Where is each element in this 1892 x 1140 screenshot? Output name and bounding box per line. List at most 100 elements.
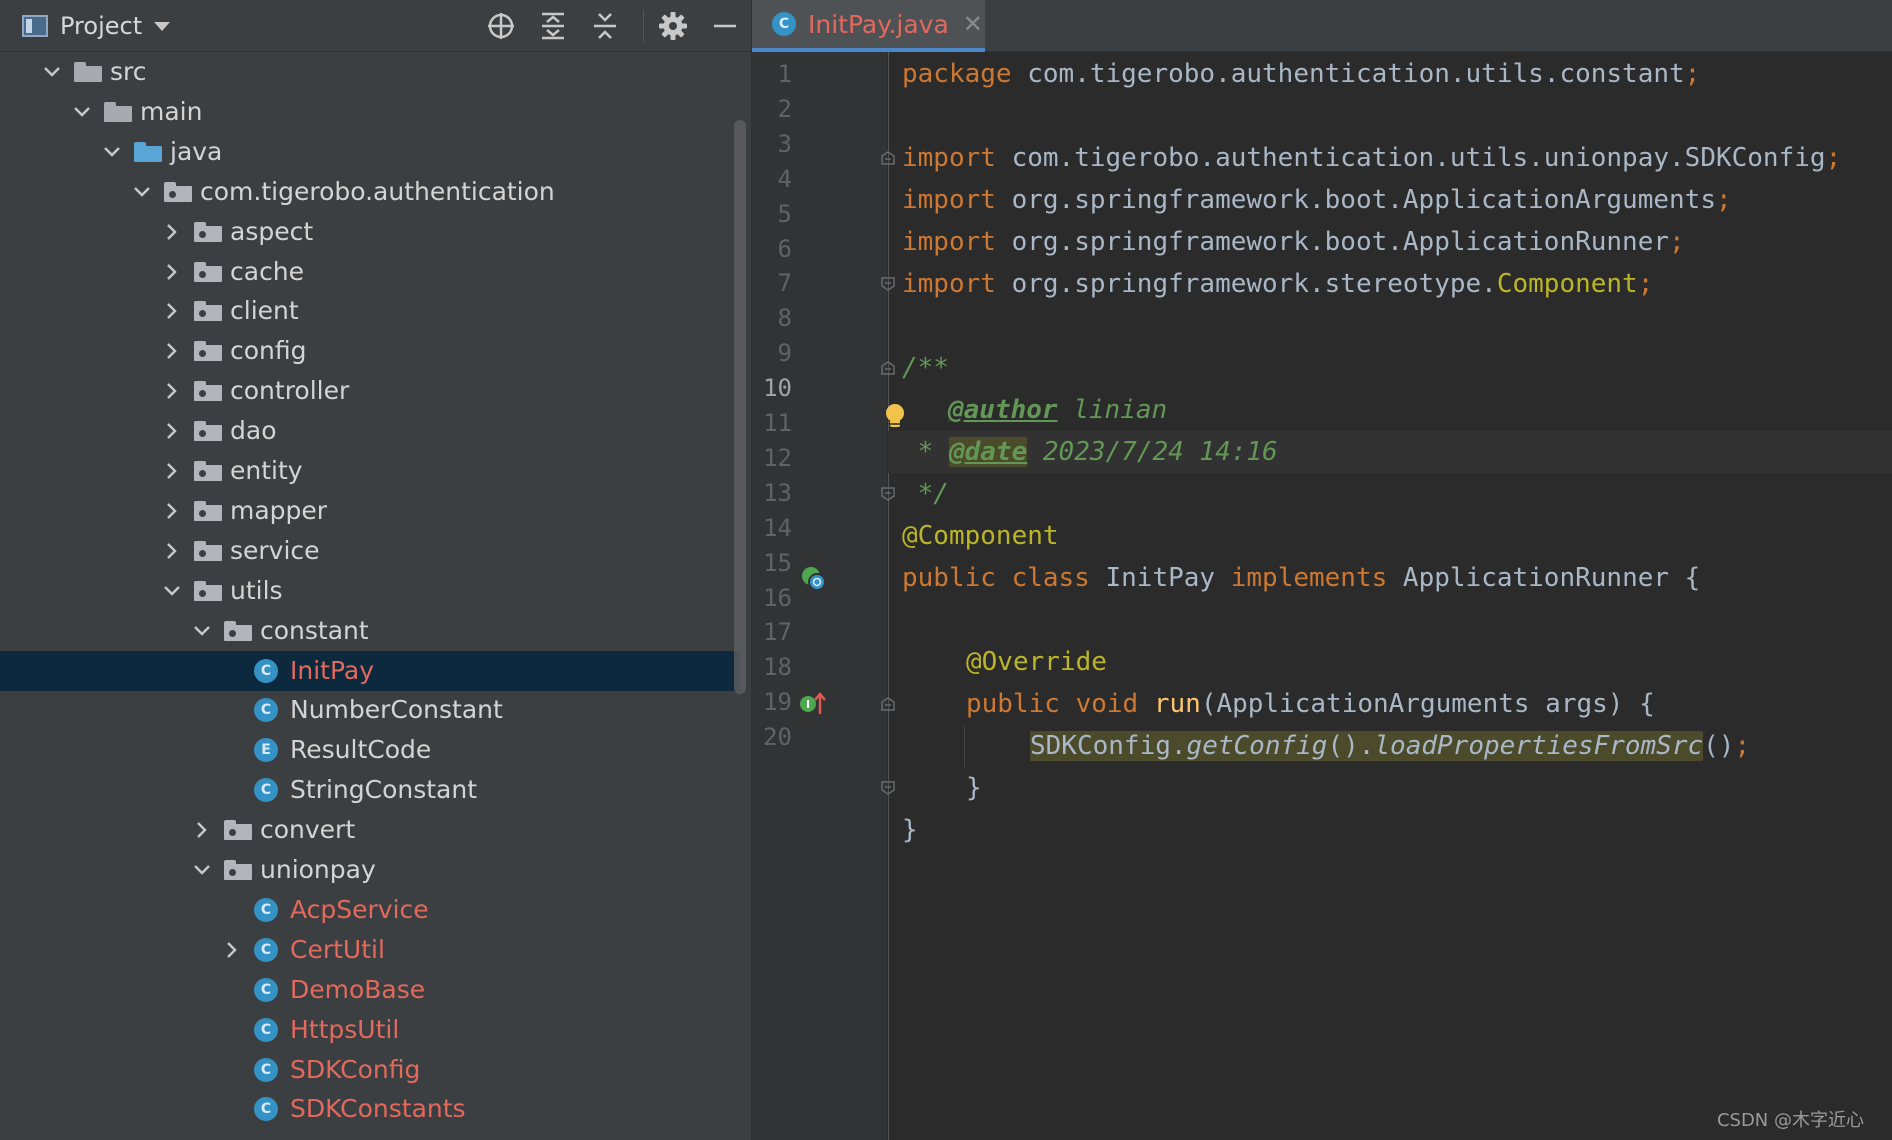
- tree-item-aspect[interactable]: aspect: [0, 212, 740, 252]
- code-line-16[interactable]: public void run(ApplicationArguments arg…: [966, 683, 1655, 725]
- project-view-selector[interactable]: Project: [22, 10, 171, 42]
- code-line-19[interactable]: }: [902, 809, 918, 851]
- chevron-right-icon[interactable]: [161, 451, 183, 491]
- implementation-marker-icon[interactable]: [800, 565, 828, 593]
- folder-shape: [224, 620, 252, 641]
- code-line-12[interactable]: @Component: [902, 515, 1059, 557]
- chevron-down-icon[interactable]: [101, 132, 123, 172]
- chevron-right-icon[interactable]: [161, 491, 183, 531]
- tree-item-com-tigerobo-authentication[interactable]: com.tigerobo.authentication: [0, 172, 740, 212]
- code-line-9[interactable]: @author linian: [902, 389, 1167, 431]
- tree-item-entity[interactable]: entity: [0, 451, 740, 491]
- tree-item-label: StringConstant: [290, 775, 477, 805]
- tree-item-stringconstant[interactable]: C StringConstant: [0, 770, 740, 810]
- chevron-down-icon[interactable]: [41, 52, 63, 92]
- tree-scrollbar[interactable]: [734, 120, 746, 694]
- tree-item-sdkconstants[interactable]: C SDKConstants: [0, 1089, 740, 1129]
- java-class-icon: C: [772, 12, 796, 36]
- code-line-6[interactable]: import org.springframework.stereotype.Co…: [902, 263, 1653, 305]
- tree-item-httpsutil[interactable]: C HttpsUtil: [0, 1010, 740, 1050]
- expand-all-button[interactable]: [536, 10, 570, 42]
- chevron-right-icon[interactable]: [161, 331, 183, 371]
- tree-item-mapper[interactable]: mapper: [0, 491, 740, 531]
- token: public class: [902, 563, 1106, 593]
- tree-item-src[interactable]: src: [0, 52, 740, 92]
- tree-item-controller[interactable]: controller: [0, 371, 740, 411]
- settings-button[interactable]: [656, 10, 690, 42]
- code-line-17[interactable]: SDKConfig.getConfig().loadPropertiesFrom…: [1030, 725, 1750, 767]
- token: org.springframework.boot.ApplicationArgu…: [995, 185, 1716, 215]
- tree-item-numberconstant[interactable]: C NumberConstant: [0, 690, 740, 730]
- folder-shape: [194, 341, 222, 362]
- tree-item-main[interactable]: main: [0, 92, 740, 132]
- doc-tag: @date: [948, 437, 1028, 467]
- tree-item-certutil[interactable]: C CertUtil: [0, 930, 740, 970]
- fold-marker-icon[interactable]: [881, 697, 895, 711]
- chevron-down-icon[interactable]: [191, 611, 213, 651]
- token: ;: [1734, 731, 1751, 761]
- tree-item-cache[interactable]: cache: [0, 252, 740, 292]
- locate-file-button[interactable]: [484, 10, 518, 42]
- lightbulb-icon[interactable]: [884, 403, 906, 429]
- collapse-all-button[interactable]: [588, 10, 622, 42]
- fold-marker-icon[interactable]: [881, 487, 895, 501]
- fold-marker-icon[interactable]: [881, 781, 895, 795]
- folder-icon: [194, 331, 222, 371]
- fold-marker-icon[interactable]: [881, 361, 895, 375]
- tree-item-label: utils: [230, 575, 283, 605]
- code-line-15[interactable]: @Override: [966, 641, 1107, 683]
- tree-item-unionpay[interactable]: unionpay: [0, 850, 740, 890]
- tree-item-demobase[interactable]: C DemoBase: [0, 970, 740, 1010]
- chevron-down-icon[interactable]: [161, 571, 183, 611]
- tree-item-label: AcpService: [290, 894, 429, 924]
- tree-item-convert[interactable]: convert: [0, 810, 740, 850]
- fold-marker-icon[interactable]: [881, 151, 895, 165]
- code-line-8[interactable]: /**: [902, 347, 949, 389]
- folder-shape: [194, 461, 222, 481]
- java-class-icon: C: [254, 930, 278, 970]
- tab-initpay-java[interactable]: C InitPay.java ✕: [752, 0, 985, 52]
- tree-item-client[interactable]: client: [0, 291, 740, 331]
- code-line-1[interactable]: package com.tigerobo.authentication.util…: [902, 53, 1700, 95]
- chevron-right-icon[interactable]: [191, 810, 213, 850]
- class-badge: E: [254, 738, 278, 763]
- tree-item-label: constant: [260, 615, 369, 645]
- code-line-4[interactable]: import org.springframework.boot.Applicat…: [902, 179, 1732, 221]
- tree-item-initpay[interactable]: C InitPay: [0, 650, 740, 691]
- tree-item-constant[interactable]: constant: [0, 611, 740, 651]
- tree-item-service[interactable]: service: [0, 531, 740, 571]
- tree-item-acpservice[interactable]: C AcpService: [0, 890, 740, 930]
- code-line-10[interactable]: * @date 2023/7/24 14:16: [902, 431, 1278, 473]
- tree-item-utils[interactable]: utils: [0, 571, 740, 611]
- tree-item-config[interactable]: config: [0, 331, 740, 371]
- chevron-right-icon[interactable]: [161, 371, 183, 411]
- chevron-right-icon[interactable]: [161, 252, 183, 292]
- chevron-right-icon[interactable]: [161, 291, 183, 331]
- class-badge: C: [254, 658, 278, 683]
- tree-item-label: aspect: [230, 216, 314, 246]
- chevron-right-icon[interactable]: [161, 411, 183, 451]
- chevron-right-icon[interactable]: [161, 531, 183, 571]
- chevron-down-icon[interactable]: [191, 850, 213, 890]
- tree-item-java[interactable]: java: [0, 132, 740, 172]
- chevron-down-icon[interactable]: [131, 172, 153, 212]
- tree-item-sdkconfig[interactable]: C SDKConfig: [0, 1050, 740, 1090]
- doc-text: *: [902, 437, 949, 467]
- chevron-right-icon[interactable]: [221, 930, 243, 970]
- hide-panel-button[interactable]: [708, 10, 742, 42]
- fold-marker-icon[interactable]: [881, 277, 895, 291]
- code-line-18[interactable]: }: [966, 767, 982, 809]
- code-line-5[interactable]: import org.springframework.boot.Applicat…: [902, 221, 1685, 263]
- chevron-down-icon[interactable]: [154, 21, 171, 31]
- chevron-right-icon[interactable]: [161, 212, 183, 252]
- chevron-down-icon[interactable]: [71, 92, 93, 132]
- token: run: [1153, 689, 1201, 719]
- close-icon[interactable]: ✕: [963, 10, 983, 38]
- tree-item-dao[interactable]: dao: [0, 411, 740, 451]
- override-marker-icon[interactable]: I: [798, 690, 828, 718]
- token: org.springframework.boot.ApplicationRunn…: [995, 227, 1670, 257]
- code-line-3[interactable]: import com.tigerobo.authentication.utils…: [902, 137, 1841, 179]
- code-line-13[interactable]: public class InitPay implements Applicat…: [902, 557, 1700, 599]
- code-line-11[interactable]: */: [902, 473, 949, 515]
- tree-item-resultcode[interactable]: E ResultCode: [0, 730, 740, 770]
